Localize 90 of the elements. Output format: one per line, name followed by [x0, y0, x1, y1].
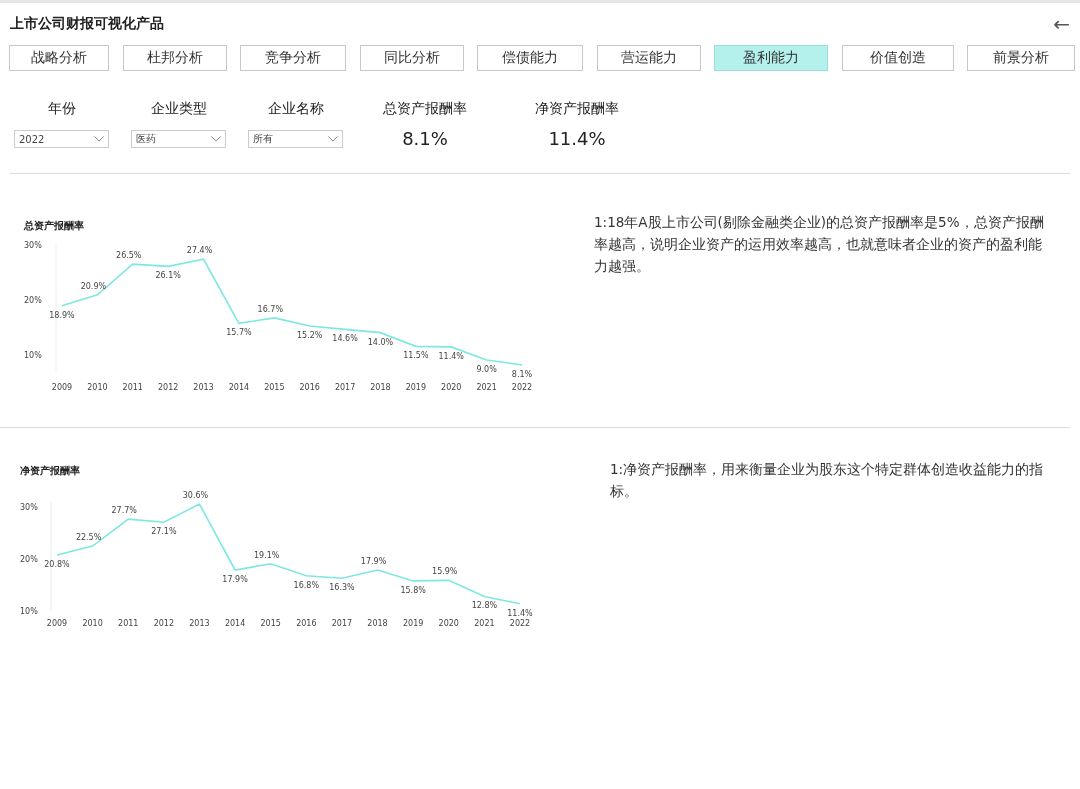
data-label: 11.4% — [438, 351, 464, 361]
x-axis-label: 2009 — [46, 619, 68, 628]
dropdown[interactable]: 医药 — [131, 130, 226, 148]
tab[interactable]: 盈利能力 — [714, 45, 828, 71]
back-icon[interactable]: ← — [1053, 14, 1070, 34]
data-label: 11.5% — [403, 351, 429, 361]
tab[interactable]: 竞争分析 — [240, 45, 346, 71]
y-axis-label: 30% — [20, 503, 38, 513]
x-axis-label: 2011 — [122, 383, 143, 392]
x-axis-label: 2015 — [264, 383, 285, 392]
x-axis-label: 2021 — [474, 619, 495, 628]
tab[interactable]: 杜邦分析 — [122, 45, 227, 71]
chevron-down-icon — [211, 136, 221, 142]
data-label: 16.8% — [293, 580, 319, 590]
x-axis-label: 2013 — [193, 383, 214, 392]
x-axis-label: 2019 — [402, 619, 424, 628]
tab[interactable]: 营运能力 — [596, 45, 701, 71]
filter-label: 企业类型 — [150, 100, 207, 118]
x-axis-label: 2020 — [438, 619, 459, 628]
y-axis-label: 20% — [24, 295, 42, 305]
y-axis-label: 20% — [20, 555, 38, 565]
data-label: 19.1% — [254, 550, 280, 560]
x-axis-label: 2018 — [370, 383, 391, 392]
data-label: 8.1% — [511, 369, 533, 379]
data-label: 27.1% — [151, 527, 177, 537]
x-axis-label: 2010 — [87, 383, 108, 392]
x-axis-label: 2012 — [157, 383, 179, 392]
x-axis-label: 2018 — [367, 619, 388, 628]
x-axis-label: 2015 — [260, 619, 281, 628]
x-axis-label: 2022 — [511, 383, 533, 392]
dropdown[interactable]: 所有 — [248, 130, 343, 148]
data-label: 9.0% — [476, 365, 497, 375]
x-axis-label: 2014 — [228, 383, 250, 392]
tab[interactable]: 价值创造 — [841, 45, 954, 71]
x-axis-label: 2016 — [299, 383, 320, 392]
x-axis-label: 2017 — [331, 619, 353, 628]
x-axis-label: 2017 — [334, 383, 356, 392]
data-label: 26.5% — [116, 251, 142, 261]
data-label: 15.8% — [400, 585, 426, 595]
x-axis-label: 2016 — [296, 619, 317, 628]
chart-note: 1:18年A股上市公司(剔除金融类企业)的总资产报酬率是5%，总资产报酬率越高，说明企业资产的运用效率越高，也就意味者企业的资产的盈利能力越强。 — [594, 213, 1045, 276]
data-label: 27.4% — [186, 246, 213, 256]
data-label: 16.3% — [329, 583, 355, 593]
tab[interactable]: 偿债能力 — [477, 45, 583, 71]
data-label: 27.7% — [111, 506, 137, 516]
x-axis-label: 2021 — [476, 383, 497, 392]
data-label: 12.8% — [471, 601, 498, 611]
chevron-down-icon — [328, 136, 338, 142]
data-label: 20.9% — [80, 281, 107, 291]
data-label: 26.1% — [155, 271, 181, 281]
data-label: 17.9% — [222, 575, 248, 584]
kpi-label: 总资产报酬率 — [383, 100, 467, 118]
tab[interactable]: 同比分析 — [359, 45, 464, 71]
data-label: 15.9% — [432, 567, 458, 577]
x-axis-label: 2012 — [153, 619, 175, 628]
chart-note: 1:净资产报酬率，用来衡量企业为股东这个特定群体创造收益能力的指标。 — [610, 460, 1045, 501]
tab[interactable]: 战略分析 — [9, 45, 109, 71]
x-axis-label: 2014 — [224, 619, 246, 628]
tab[interactable]: 前景分析 — [967, 45, 1075, 71]
y-axis-label: 10% — [20, 607, 38, 616]
data-label: 14.6% — [332, 334, 358, 344]
y-axis-label: 30% — [24, 241, 42, 250]
x-axis-label: 2020 — [441, 383, 462, 392]
data-label: 15.2% — [297, 331, 323, 341]
chart-title: 净资产报酬率 — [20, 464, 81, 478]
x-axis-label: 2009 — [51, 383, 73, 392]
kpi-value: 11.4% — [548, 128, 606, 149]
data-label: 30.6% — [182, 491, 209, 501]
data-label: 20.8% — [44, 559, 70, 569]
data-label: 18.9% — [49, 310, 75, 320]
data-label: 14.0% — [367, 337, 394, 347]
x-axis-label: 2019 — [405, 383, 427, 392]
dropdown[interactable]: 2022 — [14, 130, 109, 148]
data-label: 17.9% — [360, 557, 387, 566]
x-axis-label: 2011 — [118, 619, 139, 628]
chart-title: 总资产报酬率 — [24, 219, 85, 233]
y-axis-label: 10% — [24, 350, 42, 360]
data-label: 22.5% — [75, 533, 102, 543]
data-label: 16.7% — [257, 304, 283, 314]
data-label: 11.4% — [507, 608, 533, 618]
x-axis-label: 2013 — [189, 619, 210, 628]
x-axis-label: 2022 — [509, 619, 531, 628]
filter-label: 企业名称 — [267, 100, 324, 118]
chevron-down-icon — [94, 136, 104, 142]
kpi-value: 8.1% — [402, 128, 448, 149]
data-label: 15.7% — [226, 328, 252, 338]
kpi-label: 净资产报酬率 — [535, 100, 619, 118]
x-axis-label: 2010 — [82, 619, 103, 628]
app-title: 上市公司财报可视化产品 — [10, 15, 164, 33]
filter-label: 年份 — [47, 100, 76, 118]
